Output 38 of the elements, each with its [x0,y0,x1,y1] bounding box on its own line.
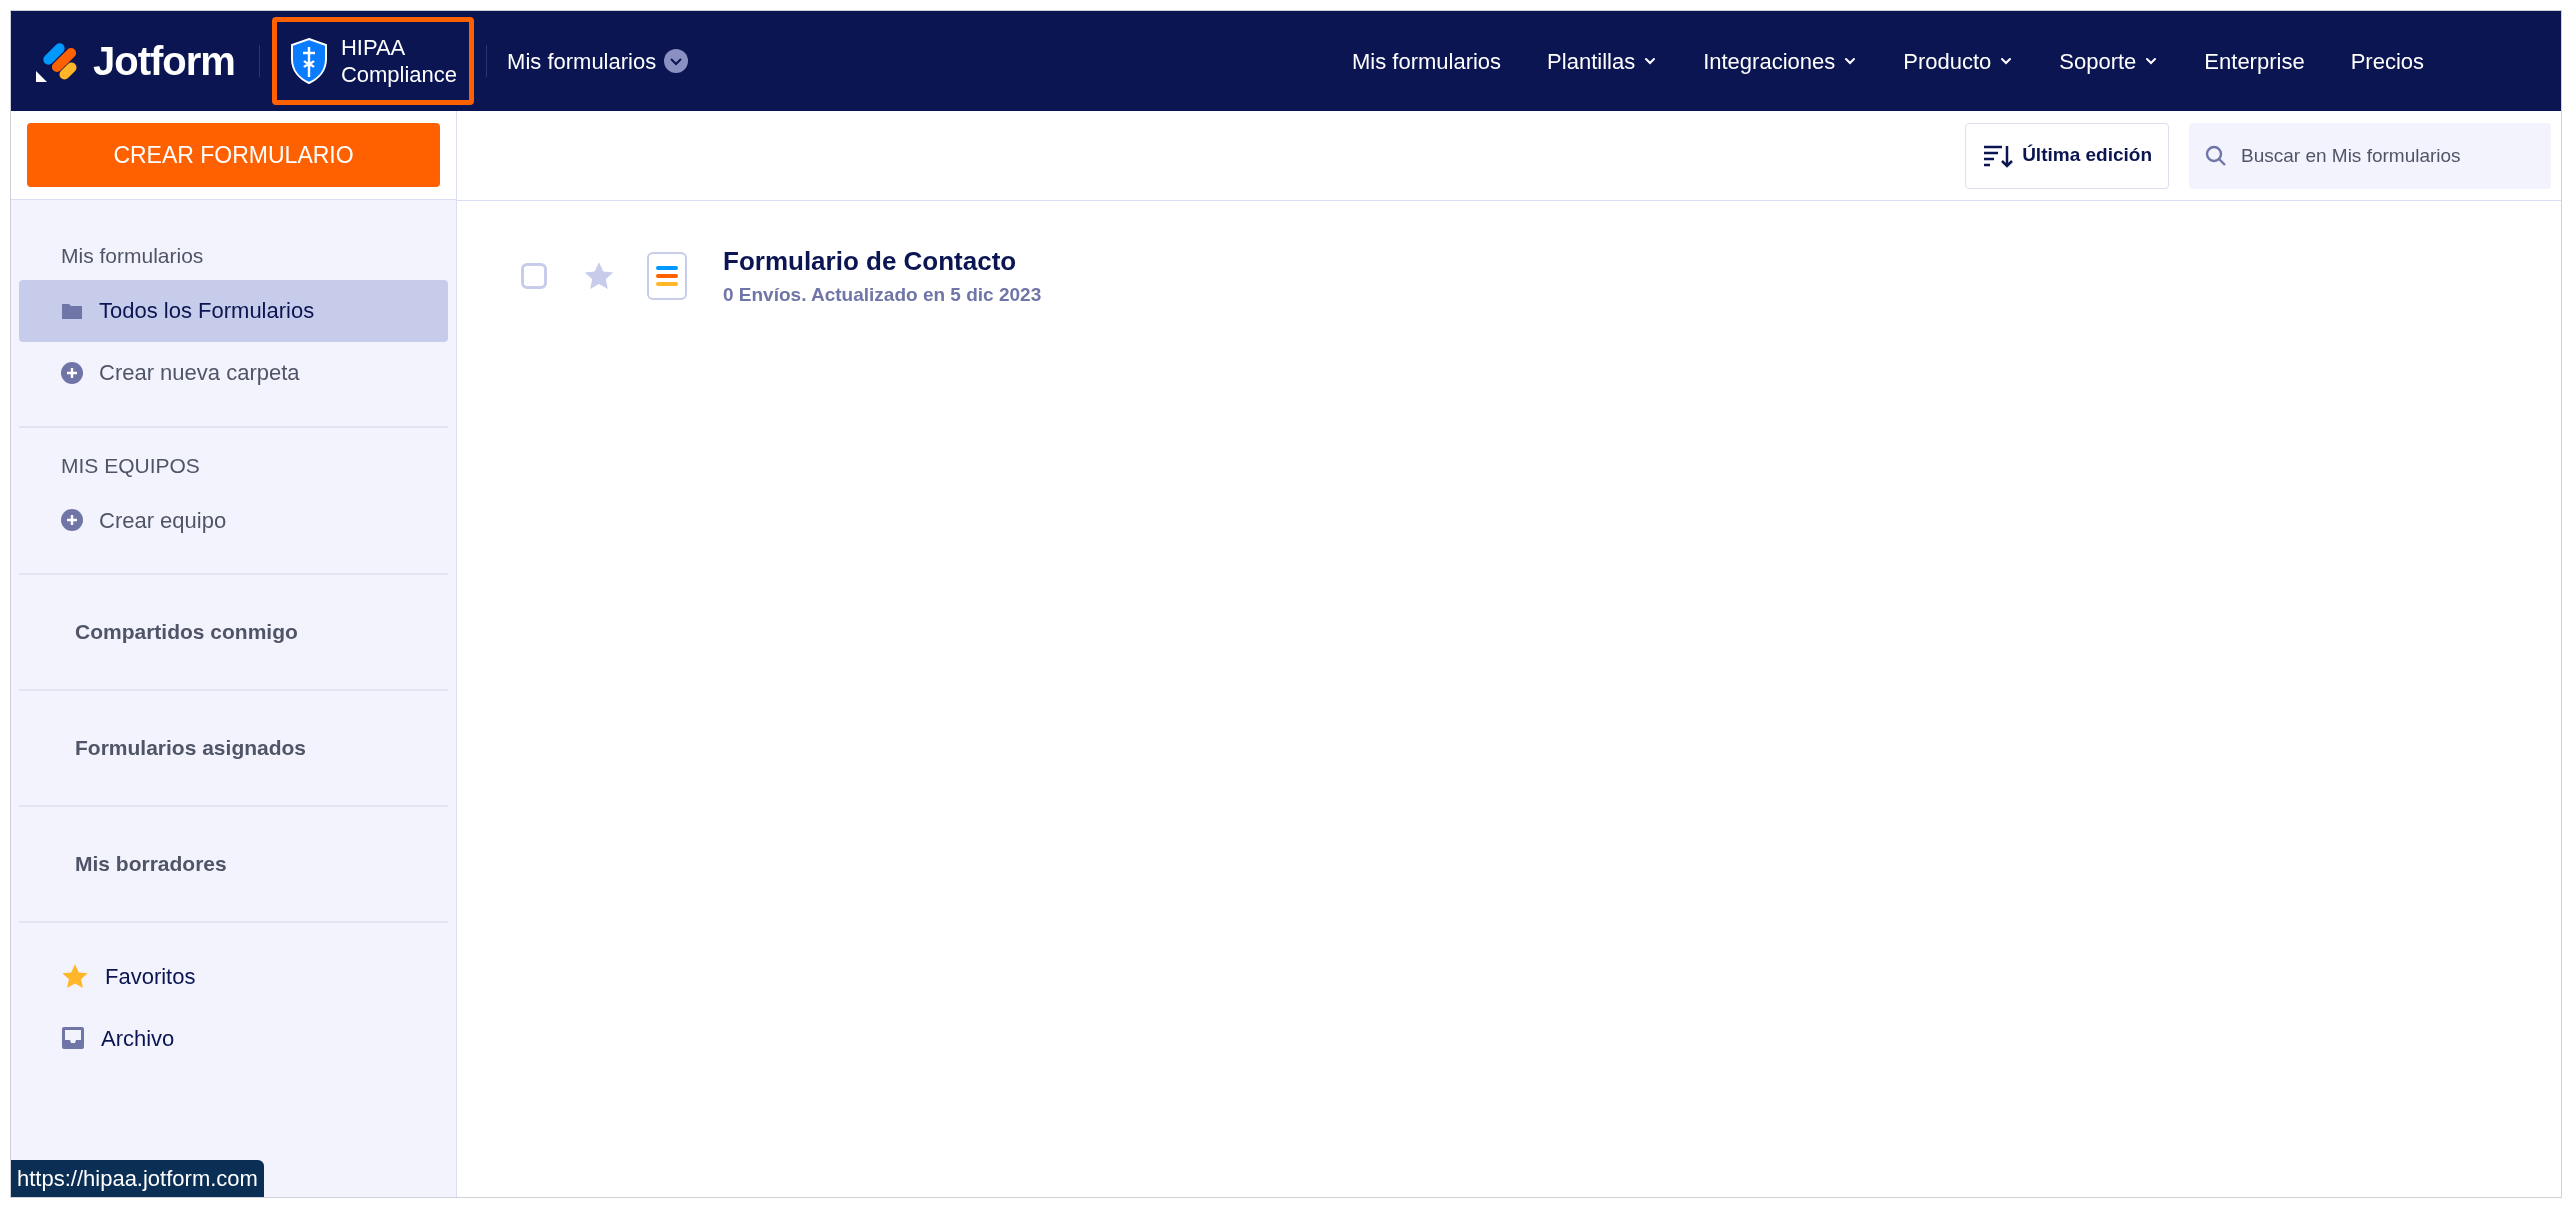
inbox-icon [61,1026,85,1050]
form-meta: 0 Envíos. Actualizado en 5 dic 2023 [723,283,1042,308]
nav-link[interactable]: Mis formularios [1351,44,1502,78]
nav-link[interactable]: Precios [2350,44,2424,78]
hipaa-compliance-badge[interactable]: HIPAA Compliance [271,17,475,105]
section-heading: Mis formularios [60,243,205,269]
workspace-menu[interactable]: Mis formularios [507,44,689,78]
section-heading: MIS EQUIPOS [60,452,201,479]
sidebar-item[interactable]: Favoritos [19,945,448,1007]
badge-text: Compliance [340,61,458,89]
nav-link[interactable]: Plantillas [1547,44,1658,78]
folder-icon [61,301,83,320]
plus-icon [61,509,83,531]
search-icon [2205,144,2227,167]
form-icon [647,252,687,300]
nav-link[interactable]: Enterprise [2204,44,2305,78]
star-icon[interactable] [583,261,615,291]
nav-link[interactable]: Soporte [2059,44,2159,78]
nav-link[interactable]: Producto [1903,44,2014,78]
form-title[interactable]: Formulario de Contacto [723,242,1042,282]
sidebar-item[interactable]: Crear nueva carpeta [19,341,448,404]
search-field[interactable]: Buscar en Mis formularios [2189,122,2551,189]
star-icon [61,962,89,990]
checkbox[interactable] [521,263,547,289]
plus-icon [61,361,83,384]
chevron-circle-icon [664,49,689,73]
sidebar-link[interactable]: Formularios asignados [19,691,448,805]
sidebar-item[interactable]: Crear equipo [19,489,448,551]
logo-text: Jotform [93,38,235,85]
sort-button[interactable]: Última edición [1965,122,2169,189]
sidebar-item[interactable]: Archivo [19,1007,448,1069]
badge-text: HIPAA [340,33,407,61]
status-tooltip: https://hipaa.jotform.com [11,1160,264,1197]
shield-icon [288,37,329,85]
nav-link[interactable]: Integraciones [1703,44,1858,78]
sidebar-item[interactable]: Todos los Formularios [19,279,448,342]
sidebar-link[interactable]: Mis borradores [19,807,448,921]
sidebar-link[interactable]: Compartidos conmigo [19,575,448,689]
